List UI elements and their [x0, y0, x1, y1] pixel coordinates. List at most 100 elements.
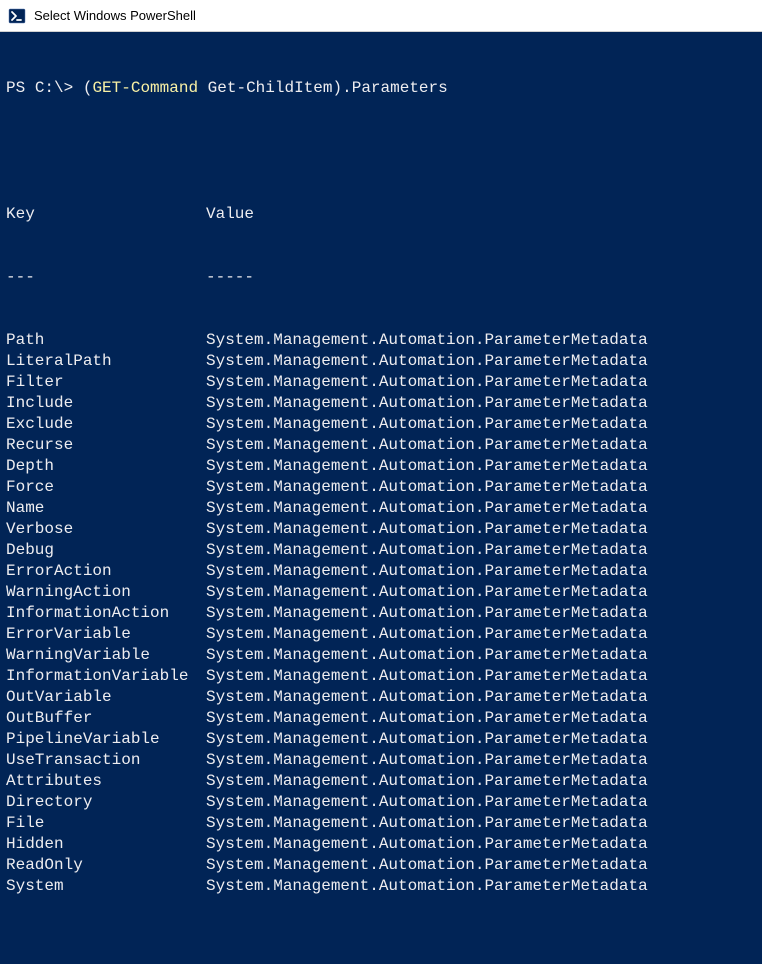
table-row: UseTransactionSystem.Management.Automati…: [6, 750, 756, 771]
table-row: NameSystem.Management.Automation.Paramet…: [6, 498, 756, 519]
prompt-prefix: PS: [6, 79, 35, 97]
row-value: System.Management.Automation.ParameterMe…: [206, 351, 756, 372]
table-row: HiddenSystem.Management.Automation.Param…: [6, 834, 756, 855]
table-row: WarningVariableSystem.Management.Automat…: [6, 645, 756, 666]
row-key: Hidden: [6, 834, 206, 855]
table-row: ErrorActionSystem.Management.Automation.…: [6, 561, 756, 582]
row-key: Name: [6, 498, 206, 519]
row-key: OutBuffer: [6, 708, 206, 729]
row-key: UseTransaction: [6, 750, 206, 771]
row-value: System.Management.Automation.ParameterMe…: [206, 792, 756, 813]
row-value: System.Management.Automation.ParameterMe…: [206, 645, 756, 666]
table-row: PathSystem.Management.Automation.Paramet…: [6, 330, 756, 351]
row-value: System.Management.Automation.ParameterMe…: [206, 834, 756, 855]
table-row: DirectorySystem.Management.Automation.Pa…: [6, 792, 756, 813]
row-value: System.Management.Automation.ParameterMe…: [206, 729, 756, 750]
table-divider-row: --------: [6, 267, 756, 288]
row-value: System.Management.Automation.ParameterMe…: [206, 372, 756, 393]
table-row: SystemSystem.Management.Automation.Param…: [6, 876, 756, 897]
cmdlet-arg: Get-ChildItem: [208, 79, 333, 97]
row-value: System.Management.Automation.ParameterMe…: [206, 582, 756, 603]
row-key: ErrorAction: [6, 561, 206, 582]
row-value: System.Management.Automation.ParameterMe…: [206, 435, 756, 456]
row-key: LiteralPath: [6, 351, 206, 372]
table-row: ErrorVariableSystem.Management.Automatio…: [6, 624, 756, 645]
row-key: PipelineVariable: [6, 729, 206, 750]
row-key: Force: [6, 477, 206, 498]
row-key: Filter: [6, 372, 206, 393]
table-row: AttributesSystem.Management.Automation.P…: [6, 771, 756, 792]
table-row: OutBufferSystem.Management.Automation.Pa…: [6, 708, 756, 729]
prompt-gt: >: [64, 79, 83, 97]
table-row: RecurseSystem.Management.Automation.Para…: [6, 435, 756, 456]
member-access: .Parameters: [342, 79, 448, 97]
paren-open: (: [83, 79, 93, 97]
row-value: System.Management.Automation.ParameterMe…: [206, 603, 756, 624]
table-row: InformationVariableSystem.Management.Aut…: [6, 666, 756, 687]
row-value: System.Management.Automation.ParameterMe…: [206, 456, 756, 477]
terminal-area[interactable]: PS C:\> (GET-Command Get-ChildItem).Para…: [0, 32, 762, 964]
row-value: System.Management.Automation.ParameterMe…: [206, 750, 756, 771]
table-row: LiteralPathSystem.Management.Automation.…: [6, 351, 756, 372]
row-value: System.Management.Automation.ParameterMe…: [206, 666, 756, 687]
table-row: DebugSystem.Management.Automation.Parame…: [6, 540, 756, 561]
row-key: Verbose: [6, 519, 206, 540]
output-table: KeyValue -------- PathSystem.Management.…: [6, 162, 756, 939]
row-value: System.Management.Automation.ParameterMe…: [206, 561, 756, 582]
row-key: Directory: [6, 792, 206, 813]
row-key: ErrorVariable: [6, 624, 206, 645]
row-value: System.Management.Automation.ParameterMe…: [206, 519, 756, 540]
row-value: System.Management.Automation.ParameterMe…: [206, 330, 756, 351]
row-key: WarningVariable: [6, 645, 206, 666]
header-value: Value: [206, 204, 756, 225]
row-value: System.Management.Automation.ParameterMe…: [206, 540, 756, 561]
table-row: VerboseSystem.Management.Automation.Para…: [6, 519, 756, 540]
row-key: File: [6, 813, 206, 834]
row-key: System: [6, 876, 206, 897]
row-key: WarningAction: [6, 582, 206, 603]
table-row: OutVariableSystem.Management.Automation.…: [6, 687, 756, 708]
table-row: FilterSystem.Management.Automation.Param…: [6, 372, 756, 393]
row-key: Exclude: [6, 414, 206, 435]
row-key: Path: [6, 330, 206, 351]
command-line: PS C:\> (GET-Command Get-ChildItem).Para…: [6, 78, 756, 99]
row-value: System.Management.Automation.ParameterMe…: [206, 708, 756, 729]
row-key: ReadOnly: [6, 855, 206, 876]
table-row: ReadOnlySystem.Management.Automation.Par…: [6, 855, 756, 876]
row-key: Depth: [6, 456, 206, 477]
paren-close: ): [333, 79, 343, 97]
row-value: System.Management.Automation.ParameterMe…: [206, 687, 756, 708]
powershell-icon: [8, 7, 26, 25]
row-key: Include: [6, 393, 206, 414]
table-row: WarningActionSystem.Management.Automatio…: [6, 582, 756, 603]
row-key: Recurse: [6, 435, 206, 456]
cmdlet: GET-Command: [92, 79, 198, 97]
divider-value: -----: [206, 267, 756, 288]
row-value: System.Management.Automation.ParameterMe…: [206, 624, 756, 645]
row-value: System.Management.Automation.ParameterMe…: [206, 876, 756, 897]
table-row: InformationActionSystem.Management.Autom…: [6, 603, 756, 624]
row-key: Debug: [6, 540, 206, 561]
divider-key: ---: [6, 267, 206, 288]
row-value: System.Management.Automation.ParameterMe…: [206, 771, 756, 792]
table-row: ForceSystem.Management.Automation.Parame…: [6, 477, 756, 498]
row-value: System.Management.Automation.ParameterMe…: [206, 414, 756, 435]
row-value: System.Management.Automation.ParameterMe…: [206, 477, 756, 498]
row-key: InformationVariable: [6, 666, 206, 687]
table-header-row: KeyValue: [6, 204, 756, 225]
space: [198, 79, 208, 97]
table-row: PipelineVariableSystem.Management.Automa…: [6, 729, 756, 750]
row-value: System.Management.Automation.ParameterMe…: [206, 855, 756, 876]
window-title: Select Windows PowerShell: [34, 8, 196, 23]
window-titlebar[interactable]: Select Windows PowerShell: [0, 0, 762, 32]
table-row: FileSystem.Management.Automation.Paramet…: [6, 813, 756, 834]
prompt-path: C:\: [35, 79, 64, 97]
table-row: IncludeSystem.Management.Automation.Para…: [6, 393, 756, 414]
row-value: System.Management.Automation.ParameterMe…: [206, 393, 756, 414]
table-row: ExcludeSystem.Management.Automation.Para…: [6, 414, 756, 435]
table-row: DepthSystem.Management.Automation.Parame…: [6, 456, 756, 477]
row-value: System.Management.Automation.ParameterMe…: [206, 813, 756, 834]
row-key: Attributes: [6, 771, 206, 792]
row-key: OutVariable: [6, 687, 206, 708]
header-key: Key: [6, 204, 206, 225]
